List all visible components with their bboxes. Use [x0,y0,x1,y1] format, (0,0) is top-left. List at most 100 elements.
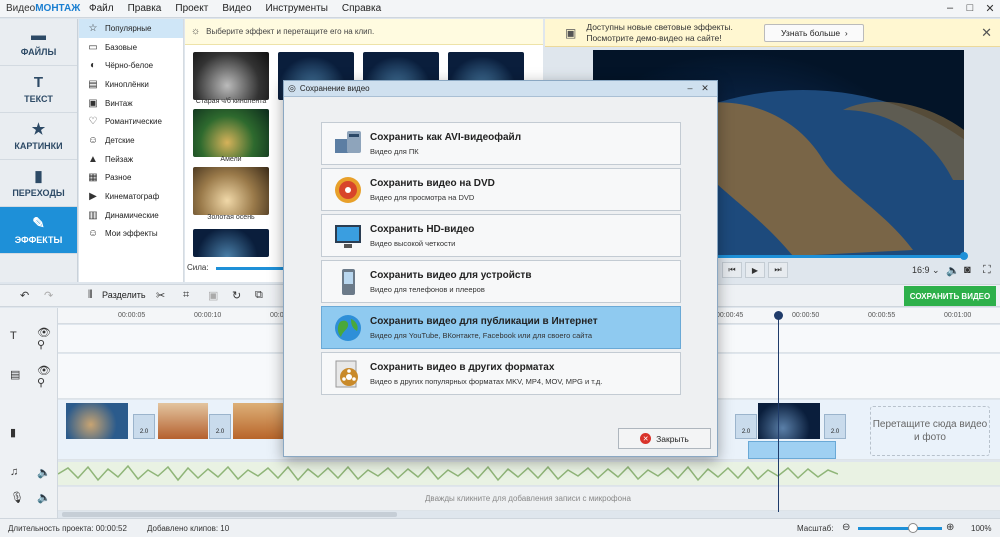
zoom-out-icon[interactable]: ⊖ [842,522,850,533]
zoom-slider-handle[interactable] [908,523,918,533]
transition-badge[interactable]: 2.0 [133,414,155,439]
previous-button[interactable]: ⏮ [722,262,742,278]
save-hd-option[interactable]: Сохранить HD-видео Видео высокой четкости [321,214,681,257]
category-vintage[interactable]: ▣ Винтаж [79,94,183,113]
transition-badge[interactable]: 2.0 [824,414,846,439]
category-my-effects[interactable]: ☺ Мои эффекты [79,225,183,244]
menu-file[interactable]: Файл [82,3,121,14]
zoom-slider[interactable] [858,527,942,530]
split-icon[interactable]: ⫴ [88,289,93,302]
category-popular[interactable]: ☆ Популярные [79,19,183,38]
menu-project[interactable]: Проект [168,3,215,14]
effect-thumb-golden-autumn[interactable] [193,167,269,215]
category-film[interactable]: ▤ Киноплёнки [79,75,183,94]
zoom-in-icon[interactable]: ⊕ [946,522,954,533]
category-bw[interactable]: ◐ Чёрно-белое [79,56,183,75]
category-kids[interactable]: ☺ Детские [79,131,183,150]
effect-caption: Золотая осень [207,214,255,221]
video-clip[interactable] [158,403,208,439]
video-clip[interactable] [66,403,128,439]
dynamic-icon: ▥ [88,209,98,221]
dialog-close-button[interactable]: ✕ Закрыть [618,428,711,449]
save-other-formats-option[interactable]: Сохранить видео в других форматах Видео в… [321,352,681,395]
close-icon[interactable]: ✕ [699,83,711,94]
rotate-icon[interactable]: ↻ [232,289,241,302]
skip-back-icon: ⏮ [728,265,736,274]
link-icon[interactable]: ⚲ [37,376,45,389]
category-romantic[interactable]: ♡ Романтические [79,112,183,131]
link-icon[interactable]: ⚲ [37,338,45,351]
chevron-right-icon: › [844,27,848,38]
volume-icon[interactable]: 🔈 [946,264,960,277]
microphone-icon: 🎙 [10,492,24,504]
film-icon: ▤ [88,78,98,90]
undo-icon[interactable]: ↶ [20,289,29,302]
phone-icon [331,265,365,299]
project-duration: Длительность проекта: 00:00:52 [8,524,127,533]
save-video-button[interactable]: СОХРАНИТЬ ВИДЕО [904,286,996,306]
rectangle-icon: ▭ [88,41,98,53]
selected-clip-range[interactable] [748,441,836,459]
category-misc[interactable]: ▦ Разное [79,169,183,188]
camera-icon: ▣ [88,97,98,109]
save-device-option[interactable]: Сохранить видео для устройств Видео для т… [321,260,681,303]
redo-icon[interactable]: ↷ [44,289,53,302]
close-window-button[interactable]: ✕ [980,2,1000,15]
status-bar: Длительность проекта: 00:00:52 Добавлено… [0,518,1000,537]
aspect-ratio-select[interactable]: 16:9 ⌄ [912,265,940,276]
category-cinematic[interactable]: ▶ Кинематограф [79,187,183,206]
strength-slider[interactable] [216,267,291,270]
menu-video[interactable]: Видео [215,3,258,14]
cut-icon[interactable]: ✂ [156,289,165,302]
minimize-button[interactable]: – [940,2,960,15]
text-track-icon: T [10,330,17,342]
nav-effects[interactable]: ✎ ЭФФЕКТЫ [0,207,77,254]
crop-icon[interactable]: ⌗ [183,289,189,302]
preview-progress-handle[interactable] [960,252,968,260]
nav-pictures[interactable]: ★ КАРТИНКИ [0,113,77,160]
video-clip[interactable] [233,403,283,439]
play-icon: ▶ [751,265,759,275]
drop-zone[interactable]: Перетащите сюда видео и фото [870,406,990,456]
nav-transitions[interactable]: ▮ ПЕРЕХОДЫ [0,160,77,207]
video-clip[interactable] [758,403,820,439]
effect-thumb-amelie[interactable] [193,109,269,157]
menu-edit[interactable]: Правка [121,3,169,14]
next-button[interactable]: ⏭ [768,262,788,278]
effect-thumb-old-bw[interactable] [193,52,269,100]
playhead[interactable] [778,314,779,512]
time-tick: 00:00:45 [716,312,744,319]
save-dvd-option[interactable]: Сохранить видео на DVD Видео для просмотр… [321,168,681,211]
menu-tools[interactable]: Инструменты [259,3,335,14]
half-circle-icon: ◐ [89,60,97,72]
playhead-handle[interactable] [774,311,783,320]
fullscreen-icon[interactable]: ⛶ [983,264,991,277]
effects-icon: ✎ [32,214,45,232]
copy-icon[interactable]: ⧉ [255,289,263,302]
play-button[interactable]: ▶ [745,262,765,278]
minimize-icon[interactable]: – [684,83,696,94]
maximize-button[interactable]: □ [960,2,980,15]
category-basic[interactable]: ▭ Базовые [79,38,183,57]
learn-more-button[interactable]: Узнать больше › [764,23,865,42]
volume-icon[interactable]: 🔈 [37,491,51,504]
save-avi-option[interactable]: Сохранить как AVI-видеофайл Видео для ПК [321,122,681,165]
skip-forward-icon: ⏭ [774,265,782,274]
effect-thumb[interactable] [193,229,269,257]
menu-help[interactable]: Справка [335,3,388,14]
audio-track[interactable] [57,462,1000,486]
nav-files[interactable]: ▬ ФАЙЛЫ [0,19,77,66]
save-internet-option[interactable]: Сохранить видео для публикации в Интерне… [321,306,681,349]
grid-icon: ▦ [88,172,98,184]
nav-text[interactable]: T ТЕКСТ [0,66,77,113]
category-dynamic[interactable]: ▥ Динамические [79,206,183,225]
transition-badge[interactable]: 2.0 [209,414,231,439]
horizontal-scrollbar[interactable] [62,512,397,517]
close-icon[interactable]: ✕ [981,25,992,41]
fill-icon[interactable]: ▣ [208,289,218,302]
volume-icon[interactable]: 🔈 [37,466,51,479]
split-button[interactable]: Разделить [102,290,146,300]
transition-badge[interactable]: 2.0 [735,414,757,439]
category-landscape[interactable]: ▲ Пейзаж [79,150,183,169]
snapshot-icon[interactable]: ◙ [964,264,971,276]
